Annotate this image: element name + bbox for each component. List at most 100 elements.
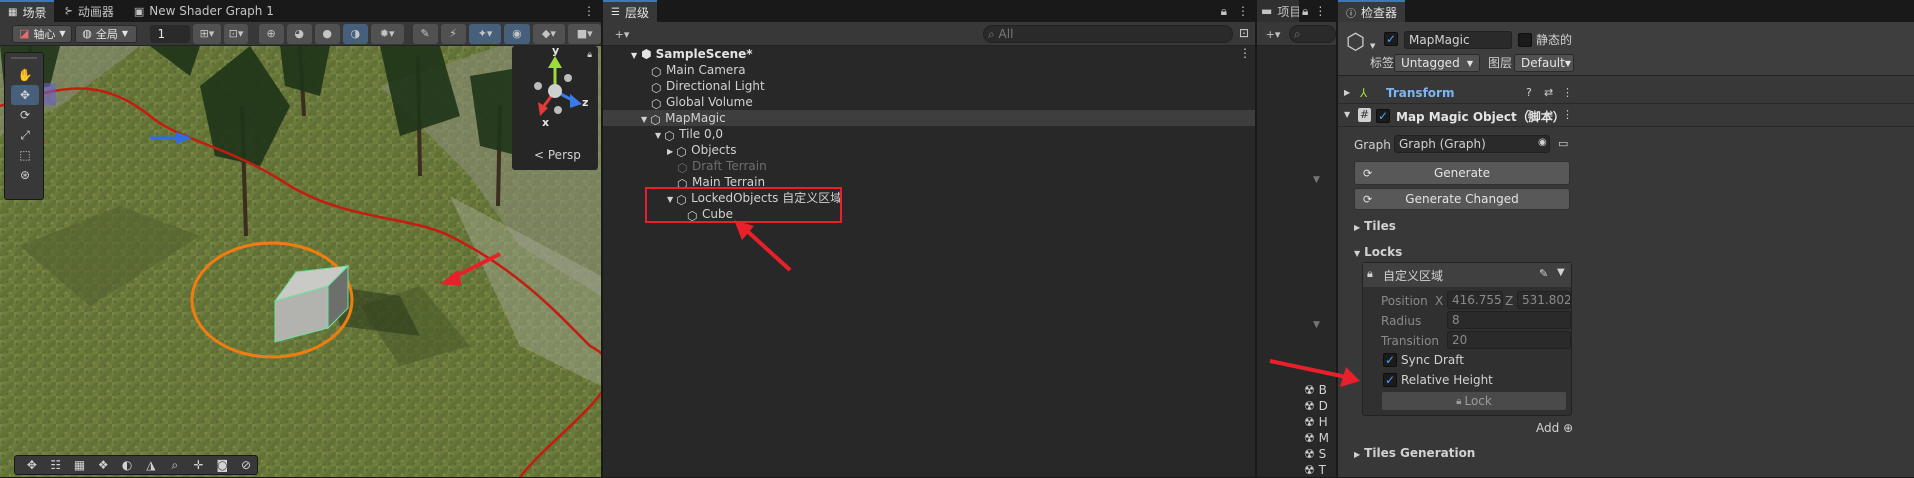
generate-button[interactable]: ⟳ Generate (1354, 161, 1570, 185)
list-item[interactable]: ☢ M (1304, 430, 1329, 446)
draw-mode-unlit-button[interactable]: ◑ (342, 23, 368, 44)
scroll-arrow-icon[interactable]: ▼ (1313, 320, 1320, 330)
layers-dropdown[interactable]: ◆▾ (532, 23, 566, 44)
chevron-down-icon[interactable]: ▼ (1370, 42, 1375, 50)
pivot-dropdown[interactable]: ◪ 轴心 ▼ (12, 24, 73, 43)
transition-field[interactable]: 20 (1447, 331, 1571, 349)
radius-field[interactable]: 8 (1447, 311, 1571, 329)
global-dropdown[interactable]: ◍ 全局 ▼ (75, 24, 138, 43)
tool-search-icon[interactable]: ⌕ (164, 458, 186, 473)
active-checkbox[interactable]: ✓ (1384, 32, 1398, 46)
tool-settings-icon[interactable]: ☷ (45, 458, 67, 472)
hierarchy-search-input[interactable]: ⌕ All (983, 25, 1233, 43)
gizmo-widget[interactable]: 🔒︎ y z x < Persp (512, 46, 598, 170)
object-picker-icon[interactable]: ◉ (1538, 137, 1547, 148)
project-more-menu-icon[interactable]: ⋮ (1311, 0, 1329, 22)
search-options-icon[interactable]: ⊡ (1239, 26, 1249, 40)
position-z-field[interactable]: 531.8022 (1517, 291, 1571, 309)
toggle-audio-button[interactable]: ⚡ (440, 23, 466, 44)
open-graph-icon[interactable]: ▭ (1558, 137, 1568, 150)
transform-tool-button[interactable]: ⊛ (11, 165, 39, 185)
draw-mode-wire-button[interactable]: ⊕ (258, 23, 284, 44)
project-lock-icon[interactable]: 🔒︎ (1299, 0, 1311, 22)
debug-draw-mode-button[interactable]: ✹▾ (370, 23, 404, 44)
toggle-2d-lighting-button[interactable]: ✎ (412, 23, 438, 44)
grid-snap-button[interactable]: ⊞▾ (192, 23, 222, 44)
scene-root-row[interactable]: ▼ ⬢ SampleScene* (603, 46, 1255, 62)
tool-shading-icon[interactable]: ◐ (116, 458, 138, 472)
chevron-down-icon[interactable]: ▼ (655, 131, 661, 140)
transform-header[interactable]: ▶ ⅄ Transform ? ⇄ ⋮ (1338, 86, 1914, 104)
generate-changed-button[interactable]: ⟳ Generate Changed (1354, 188, 1570, 210)
tiles-generation-foldout[interactable]: ▶ Tiles Generation (1354, 445, 1475, 463)
chevron-right-icon[interactable]: ▶ (667, 147, 673, 156)
tool-paint-icon[interactable]: ◮ (140, 458, 162, 472)
preset-icon[interactable]: ⇄ (1544, 86, 1553, 99)
list-item[interactable]: ⬡ Directional Light (651, 78, 765, 95)
chevron-down-icon[interactable]: ▼ (631, 51, 637, 60)
help-icon[interactable]: ? (1526, 86, 1532, 99)
add-lock-button[interactable]: Add ⊕ (1536, 420, 1573, 436)
draw-mode-shaded-wire-button[interactable]: ◕ (286, 23, 312, 44)
static-checkbox[interactable] (1518, 33, 1532, 47)
project-add-button[interactable]: +▾ (1261, 24, 1285, 44)
edit-pencil-icon[interactable]: ✎ (1539, 267, 1548, 280)
graph-object-field[interactable]: Graph (Graph) (1394, 135, 1550, 153)
list-item[interactable]: ☢ S (1304, 446, 1326, 462)
tab-inspector[interactable]: ⓘ 检查器 (1338, 0, 1406, 22)
tab-animator[interactable]: ⊱ 动画器 (54, 0, 123, 22)
tool-compass-icon[interactable]: ⊘ (235, 458, 257, 472)
list-item[interactable]: ☢ H (1304, 414, 1328, 430)
lock-icon[interactable]: 🔒︎ (1217, 0, 1231, 22)
tiles-foldout[interactable]: ▶ Tiles (1354, 218, 1396, 236)
tool-pivot-icon[interactable]: ✛ (188, 458, 210, 472)
project-search-input[interactable]: ⌕ (1289, 25, 1336, 43)
object-name-field[interactable]: MapMagic (1404, 31, 1512, 49)
tab-project[interactable]: ▬ 项目 (1257, 0, 1299, 22)
position-x-field[interactable]: 416.755 (1447, 291, 1503, 309)
camera-settings-dropdown[interactable]: ■▾ (568, 23, 602, 44)
chevron-down-icon[interactable]: ▼ (1344, 110, 1350, 119)
rect-tool-button[interactable]: ⬚ (11, 145, 39, 165)
tab-hierarchy[interactable]: ☰ 层级 (603, 0, 657, 22)
tool-move-icon[interactable]: ✥ (21, 458, 43, 472)
persp-toggle[interactable]: < Persp (534, 148, 581, 162)
tab-shader-graph[interactable]: ▣ New Shader Graph 1 (124, 0, 284, 22)
layer-dropdown[interactable]: Default ▼ (1514, 54, 1574, 72)
hand-tool-button[interactable]: ✋ (11, 65, 39, 85)
preset-icon[interactable]: ⇄ (1544, 108, 1553, 121)
dropdown-arrow-icon[interactable]: ▼ (1557, 267, 1565, 278)
chevron-down-icon[interactable]: ▼ (641, 115, 647, 124)
scroll-arrow-icon[interactable]: ▼ (1313, 175, 1320, 185)
locks-foldout[interactable]: ▼ Locks (1354, 244, 1402, 262)
chevron-right-icon[interactable]: ▶ (1344, 88, 1350, 97)
scene-more-icon[interactable]: ⋮ (1239, 46, 1251, 60)
list-item-disabled[interactable]: ⬡ Draft Terrain (677, 158, 767, 175)
tool-camera-icon[interactable]: ◙ (211, 458, 233, 472)
tab-scene[interactable]: ▦ 场景 (0, 0, 55, 22)
tool-layers-icon[interactable]: ❖ (92, 458, 114, 472)
list-item[interactable]: ⬡ Global Volume (651, 94, 753, 111)
grid-size-field[interactable]: 1 (150, 24, 190, 43)
list-item[interactable]: ▶ ⬡ Objects (667, 142, 737, 159)
list-item[interactable]: ☢ T (1304, 462, 1326, 478)
component-enabled-checkbox[interactable]: ✓ (1376, 109, 1390, 123)
tool-grid-icon[interactable]: ▦ (69, 458, 91, 472)
scene-visibility-button[interactable]: ◉ (504, 23, 530, 44)
list-item-selected[interactable]: ▼ ⬡ MapMagic (603, 110, 1255, 127)
tag-dropdown[interactable]: Untagged ▼ (1394, 54, 1480, 72)
help-icon[interactable]: ? (1526, 108, 1532, 121)
scene-more-menu-icon[interactable]: ⋮ (577, 0, 601, 22)
component-menu-icon[interactable]: ⋮ (1562, 86, 1573, 99)
lock-button[interactable]: 🔒︎ Lock (1381, 391, 1567, 411)
list-item[interactable]: ⬡ Main Camera (651, 62, 746, 79)
hierarchy-more-menu-icon[interactable]: ⋮ (1231, 0, 1255, 22)
rotate-tool-button[interactable]: ⟳ (11, 105, 39, 125)
scale-tool-button[interactable]: ⤢ (11, 125, 39, 145)
effects-dropdown[interactable]: ✦▾ (468, 23, 502, 44)
scene-viewport[interactable]: ✋ ✥ ⟳ ⤢ ⬚ ⊛ 🔒︎ y z x < Persp ✥ ☷ ▦ ❖ ◐ ◮… (0, 46, 601, 477)
mapmagic-component-header[interactable]: ▼ # ✓ Map Magic Object（脚本） ? ⇄ ⋮ (1338, 107, 1914, 127)
list-item[interactable]: ▼ ⬡ Tile 0,0 (655, 126, 723, 143)
snap-settings-button[interactable]: ⊡▾ (224, 23, 248, 44)
component-menu-icon[interactable]: ⋮ (1562, 108, 1573, 121)
